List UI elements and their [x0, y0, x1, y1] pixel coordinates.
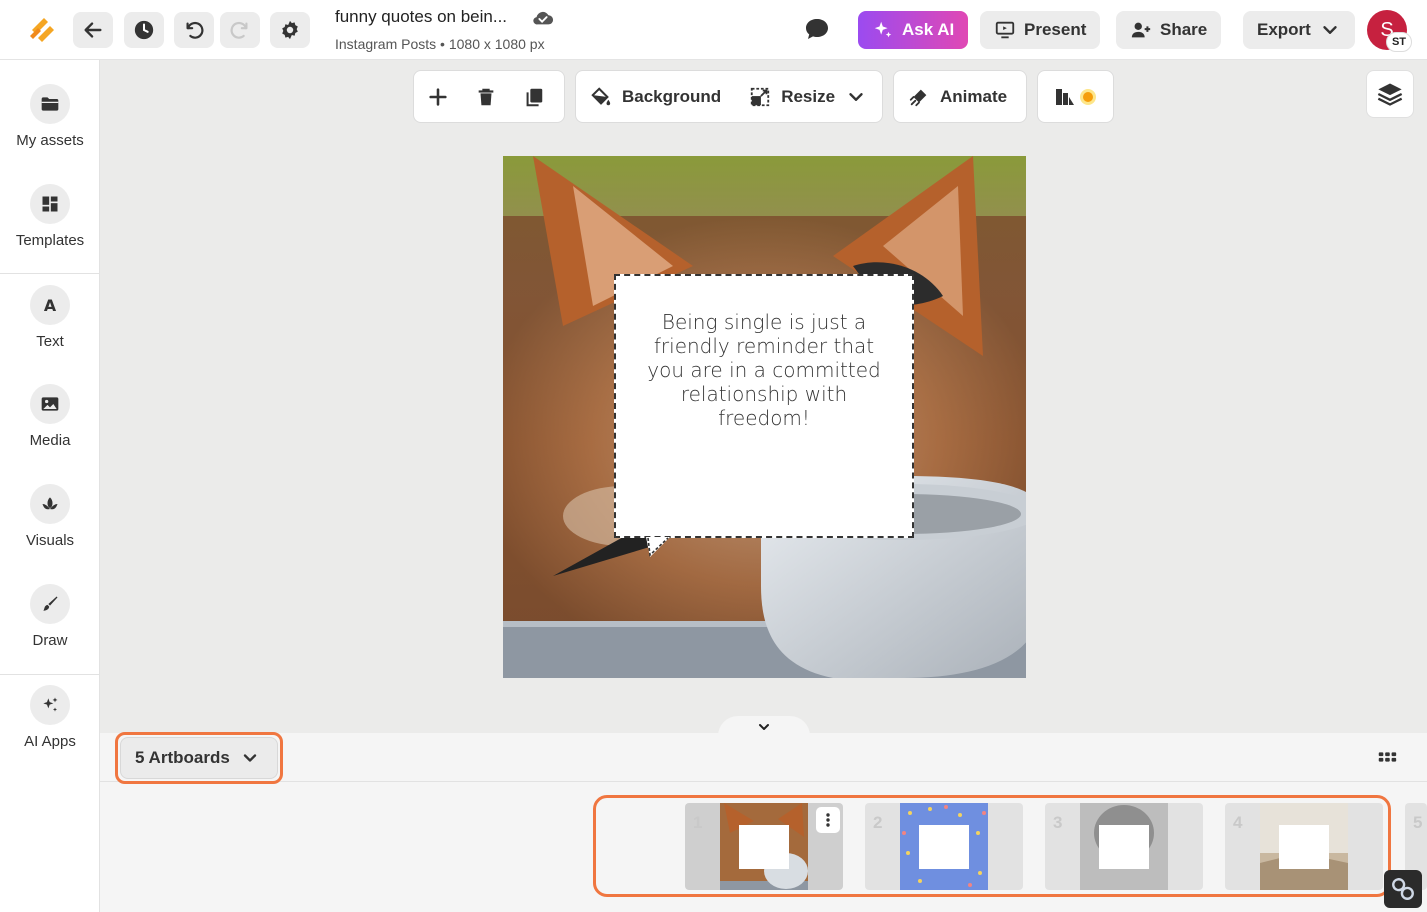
design-actions-group: Background Resize	[575, 70, 883, 123]
sidebar-label: Draw	[32, 632, 68, 649]
sidebar-item-media[interactable]: Media	[0, 360, 100, 456]
ask-ai-button[interactable]: Ask AI	[858, 11, 969, 49]
resize-label: Resize	[781, 86, 836, 106]
svg-text:A: A	[44, 296, 57, 315]
plus-icon	[429, 87, 447, 106]
delete-page-button[interactable]	[462, 70, 510, 123]
present-label: Present	[1024, 20, 1087, 39]
sidebar-label: My assets	[16, 132, 84, 149]
app-logo-icon[interactable]	[24, 12, 60, 48]
background-label: Background	[622, 86, 722, 106]
redo-button[interactable]	[220, 12, 260, 48]
brand-kit-group	[1037, 70, 1114, 123]
sidebar-item-text[interactable]: A Text	[0, 261, 100, 357]
background-button[interactable]: Background	[576, 70, 735, 123]
settings-button[interactable]	[270, 12, 310, 48]
brush-icon	[43, 596, 58, 611]
sidebar-item-draw[interactable]: Draw	[0, 560, 100, 656]
brand-kit-icon	[1055, 88, 1096, 105]
back-button[interactable]	[73, 12, 113, 48]
sidebar-item-templates[interactable]: Templates	[0, 160, 100, 256]
left-sidebar: My assets Templates A Text Media Visuals…	[0, 60, 100, 912]
arrow-left-icon	[84, 22, 102, 38]
document-dimensions: Instagram Posts • 1080 x 1080 px	[335, 36, 545, 52]
add-page-button[interactable]	[414, 70, 462, 123]
duplicate-page-button[interactable]	[510, 70, 558, 123]
add-user-icon	[1131, 22, 1151, 38]
link-badge-button[interactable]	[1384, 870, 1422, 908]
animate-group: Animate	[893, 70, 1027, 123]
redo-icon	[230, 21, 248, 39]
present-button[interactable]: Present	[980, 11, 1101, 49]
user-initials-badge: ST	[1386, 32, 1412, 52]
undo-button[interactable]	[174, 12, 214, 48]
quote-text[interactable]: Being single is just a friendly reminder…	[640, 310, 888, 430]
copy-icon	[526, 88, 543, 106]
animate-button[interactable]: Animate	[894, 70, 1021, 123]
sparkle-icon	[874, 21, 892, 38]
brand-kit-button[interactable]	[1038, 70, 1113, 123]
layers-icon	[1377, 83, 1403, 106]
layers-button[interactable]	[1366, 70, 1414, 118]
visuals-icon	[42, 497, 58, 510]
highlight-thumbnails	[593, 795, 1391, 897]
export-button[interactable]: Export	[1243, 11, 1355, 49]
chevron-down-icon	[849, 92, 863, 101]
chevron-down-icon	[759, 724, 769, 730]
highlight-artboards-dropdown	[115, 732, 283, 784]
trash-icon	[478, 88, 494, 105]
sidebar-item-visuals[interactable]: Visuals	[0, 460, 100, 556]
sidebar-label: AI Apps	[24, 733, 76, 750]
document-title[interactable]: funny quotes on bein...	[335, 7, 507, 27]
share-label: Share	[1160, 20, 1208, 39]
animate-icon	[909, 89, 927, 106]
comment-icon[interactable]	[804, 17, 830, 41]
sidebar-label: Media	[29, 432, 71, 449]
folder-icon	[41, 97, 59, 111]
chevron-down-icon	[1323, 26, 1337, 34]
templates-icon	[42, 196, 58, 212]
collapse-panel-button[interactable]	[718, 716, 810, 738]
history-button[interactable]	[124, 12, 164, 48]
sidebar-label: Text	[36, 333, 64, 350]
speech-bubble-tail	[646, 537, 670, 557]
artboards-panel-header	[100, 733, 1427, 782]
animate-label: Animate	[940, 86, 1008, 106]
share-button[interactable]: Share	[1116, 11, 1222, 49]
cloud-saved-icon	[533, 11, 554, 25]
sidebar-item-ai-apps[interactable]: AI Apps	[0, 661, 100, 757]
export-label: Export	[1257, 20, 1311, 39]
resize-button[interactable]: Resize	[735, 70, 881, 123]
sparkle-icon	[43, 697, 58, 712]
resize-icon	[751, 87, 770, 106]
gear-icon	[282, 20, 298, 40]
grid-view-icon[interactable]	[1376, 746, 1398, 768]
image-icon	[41, 397, 59, 411]
paint-bucket-icon	[591, 86, 611, 105]
ask-ai-label: Ask AI	[902, 20, 955, 39]
sidebar-item-my-assets[interactable]: My assets	[0, 60, 100, 156]
text-icon: A	[44, 296, 57, 315]
present-icon	[995, 21, 1015, 39]
page-actions-group	[413, 70, 565, 123]
sidebar-label: Visuals	[25, 532, 75, 549]
thumbnail-number: 5	[1413, 813, 1423, 832]
undo-icon	[186, 21, 204, 39]
clock-icon	[134, 20, 154, 40]
sidebar-label: Templates	[15, 232, 85, 249]
link-icon	[1392, 878, 1414, 900]
top-bar: funny quotes on bein... Instagram Posts …	[0, 0, 1427, 60]
